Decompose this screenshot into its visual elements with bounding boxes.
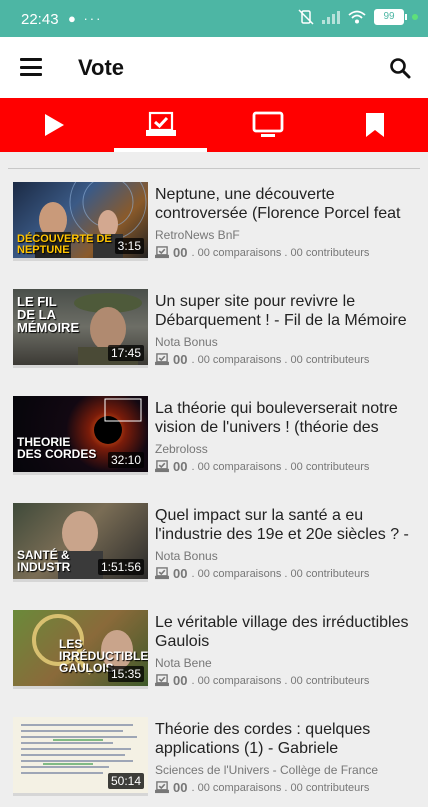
channel-name: Sciences de l'Univers - Collège de Franc… [155,763,379,777]
video-thumbnail[interactable]: SANTÉ & INDUSTR 1:51:56 [13,503,148,579]
contributors-count: 00 contributeurs [290,781,370,794]
separator: . [281,567,291,580]
video-title: La théorie qui bouleverserait notre visi… [155,400,398,436]
separator: . [281,246,291,259]
contributors-count: 00 contributeurs [290,246,370,259]
list-item[interactable]: SANTÉ & INDUSTR 1:51:56 Quel impact sur … [0,503,428,593]
vote-icon [155,246,169,259]
status-time: 22:43 [21,11,59,28]
tab-monitor[interactable] [214,98,321,152]
vote-stats: 00 . 00 comparaisons . 00 contributeurs [155,352,369,367]
video-thumbnail[interactable]: THEORIE DES CORDES 32:10 [13,396,148,472]
vote-count: 00 [173,566,188,581]
tab-bar [0,98,428,152]
monitor-icon [252,111,283,137]
list-item[interactable]: 50:14 Théorie des cordes : quelques appl… [0,717,428,807]
vote-stats: 00 . 00 comparaisons . 00 contributeurs [155,566,369,581]
duration-badge: 1:51:56 [97,559,144,575]
play-icon [44,114,64,136]
menu-icon[interactable] [20,58,42,76]
video-thumbnail[interactable]: LES IRRÉDUCTIBLES GAULOIS 15:35 [13,610,148,686]
vote-count: 00 [173,673,188,688]
video-thumbnail[interactable]: DÉCOUVERTE DE NEPTUNE 3:15 [13,182,148,258]
duration-badge: 50:14 [107,773,144,789]
contributors-count: 00 contributeurs [290,460,370,473]
vote-icon [155,781,169,794]
vote-stats: 00 . 00 comparaisons . 00 contributeurs [155,459,369,474]
bookmark-icon [365,113,384,137]
video-title: Neptune, une découverte controversée (Fl… [155,186,401,222]
notification-icons: ● ··· [68,11,103,26]
separator: . [281,460,291,473]
search-icon[interactable] [388,56,412,80]
vote-count: 00 [173,780,188,795]
channel-name: Nota Bonus [155,335,218,349]
channel-name: Nota Bene [155,656,212,670]
contributors-count: 00 contributeurs [290,674,370,687]
tab-bookmark[interactable] [321,98,428,152]
separator: . [281,781,291,794]
comparisons-count: 00 comparaisons [197,353,282,366]
charging-indicator [412,14,418,20]
list-item[interactable]: THEORIE DES CORDES 32:10 La théorie qui … [0,396,428,486]
signal-icon [322,11,340,24]
video-title: Quel impact sur la santé a eu l'industri… [155,507,409,543]
comparisons-count: 00 comparaisons [197,460,282,473]
duration-badge: 32:10 [107,452,144,468]
channel-name: Nota Bonus [155,549,218,563]
separator: . [281,674,291,687]
app-bar: Vote [0,37,428,98]
list-item[interactable]: DÉCOUVERTE DE NEPTUNE 3:15 Neptune, une … [0,182,428,272]
vote-stats: 00 . 00 comparaisons . 00 contributeurs [155,245,369,260]
tab-vote[interactable] [107,98,214,152]
thumbnail-text: SANTÉ & INDUSTR [17,548,71,574]
wifi-icon [348,10,366,24]
comparisons-count: 00 comparaisons [197,567,282,580]
contributors-count: 00 contributeurs [290,353,370,366]
video-title: Théorie des cordes : quelques applicatio… [155,721,371,757]
vote-count: 00 [173,352,188,367]
page-title: Vote [78,55,125,80]
vote-stats: 00 . 00 comparaisons . 00 contributeurs [155,673,369,688]
vote-stats: 00 . 00 comparaisons . 00 contributeurs [155,780,369,795]
video-list: DÉCOUVERTE DE NEPTUNE 3:15 Neptune, une … [0,152,428,801]
video-thumbnail[interactable]: LE FIL DE LA MÉMOIRE 17:45 [13,289,148,365]
divider [8,168,420,169]
duration-badge: 3:15 [114,238,144,254]
status-right: 99 [298,9,418,25]
duration-badge: 15:35 [107,666,144,682]
channel-name: RetroNews BnF [155,228,240,242]
comparisons-count: 00 comparaisons [197,246,282,259]
video-title: Le véritable village des irréductibles G… [155,614,409,650]
vote-icon [155,460,169,473]
tab-play[interactable] [0,98,107,152]
status-bar: 22:43 ● ··· 99 [0,0,428,37]
separator: . [281,353,291,366]
contributors-count: 00 contributeurs [290,567,370,580]
vote-count: 00 [173,245,188,260]
vote-icon [155,567,169,580]
vote-icon [155,353,169,366]
list-item[interactable]: LES IRRÉDUCTIBLES GAULOIS 15:35 Le vérit… [0,610,428,700]
thumbnail-text: LE FIL DE LA MÉMOIRE [17,294,80,335]
vote-count: 00 [173,459,188,474]
video-title: Un super site pour revivre le Débarqueme… [155,293,407,329]
comparisons-count: 00 comparaisons [197,781,282,794]
thumbnail-text: THEORIE DES CORDES [17,435,97,461]
list-item[interactable]: LE FIL DE LA MÉMOIRE 17:45 Un super site… [0,289,428,379]
comparisons-count: 00 comparaisons [197,674,282,687]
channel-name: Zebroloss [155,442,208,456]
battery-icon: 99 [374,9,407,25]
vibrate-off-icon [298,9,314,25]
vote-icon [155,674,169,687]
vote-icon [145,111,176,136]
video-thumbnail[interactable]: 50:14 [13,717,148,793]
duration-badge: 17:45 [107,345,144,361]
